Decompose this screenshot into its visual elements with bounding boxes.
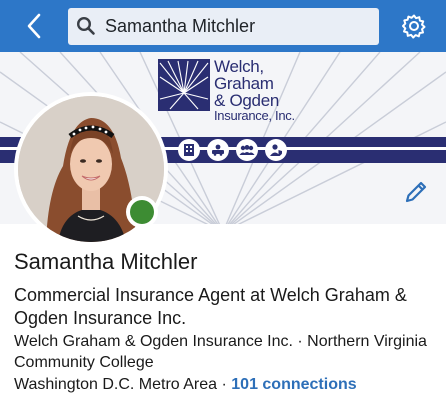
- back-button[interactable]: [18, 10, 50, 42]
- online-status-badge: [126, 196, 158, 228]
- logo-line: Welch,: [214, 57, 264, 76]
- person-shield-icon: [265, 139, 287, 161]
- edit-profile-button[interactable]: [402, 178, 430, 206]
- pencil-icon: [405, 181, 427, 203]
- logo-line: Graham: [214, 74, 274, 93]
- gear-icon: [402, 14, 426, 39]
- company-logo-mark: [158, 59, 210, 111]
- search-icon: [76, 16, 95, 35]
- profile-summary: Welch Graham & Ogden Insurance Inc. · No…: [14, 333, 427, 371]
- car-icon: [207, 139, 229, 161]
- logo-line: Insurance, Inc.: [214, 108, 295, 123]
- profile-headline: Commercial Insurance Agent at Welch Grah…: [14, 285, 407, 328]
- search-input[interactable]: [105, 16, 365, 37]
- logo-line: & Ogden: [214, 91, 280, 110]
- separator: ·: [217, 376, 232, 393]
- connections-link[interactable]: 101 connections: [231, 376, 356, 393]
- chevron-left-icon: [27, 13, 41, 39]
- top-app-bar: [0, 0, 446, 52]
- settings-button[interactable]: [398, 10, 430, 42]
- search-bar[interactable]: [68, 8, 379, 45]
- company-logo-text: Welch, Graham & Ogden Insurance, Inc.: [214, 58, 295, 123]
- building-icon: [178, 139, 200, 161]
- location-text: Washington D.C. Metro Area: [14, 376, 218, 393]
- banner-icon-row: [178, 139, 287, 161]
- profile-name: Samantha Mitchler: [14, 249, 198, 274]
- group-icon: [236, 139, 258, 161]
- location-line: Washington D.C. Metro Area · 101 connect…: [14, 376, 357, 394]
